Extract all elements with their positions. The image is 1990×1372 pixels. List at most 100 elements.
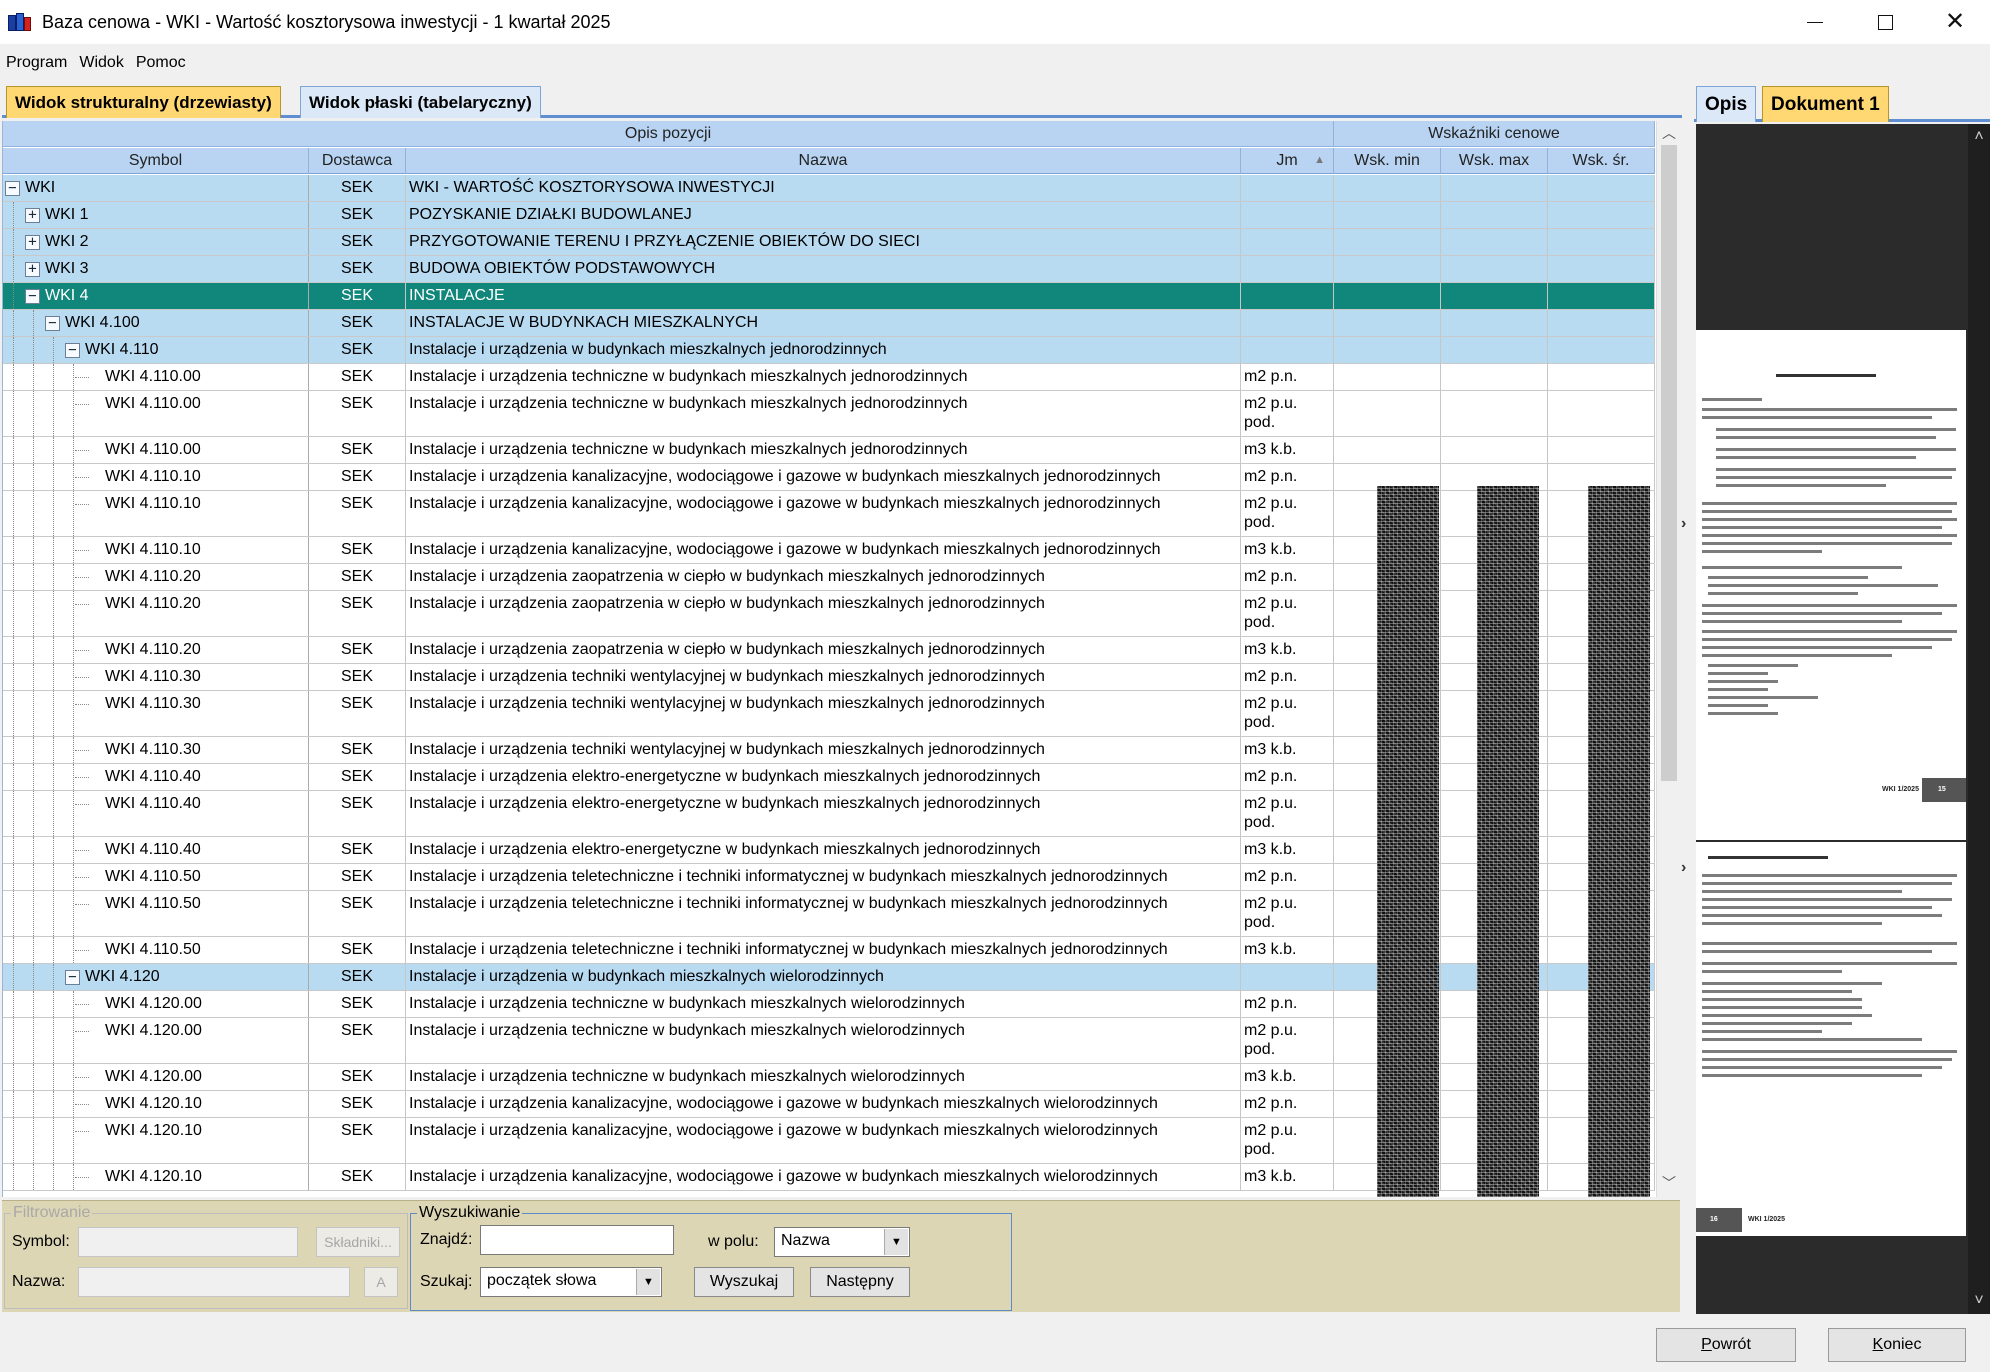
tree-line	[75, 804, 89, 805]
panel-splitter[interactable]: › ›	[1680, 121, 1694, 1316]
tree-line	[13, 864, 14, 890]
collapse-icon[interactable]: −	[45, 316, 60, 331]
tree-line	[53, 964, 54, 990]
symbol-cell: WKI 4.110.40	[3, 764, 309, 790]
expand-icon[interactable]: +	[25, 208, 40, 223]
table-row[interactable]: + WKI 1 SEK POZYSKANIE DZIAŁKI BUDOWLANEJ	[3, 202, 1655, 229]
column-header-dostawca[interactable]: Dostawca	[309, 148, 406, 174]
filter-symbol-input[interactable]	[78, 1227, 298, 1257]
table-row[interactable]: − WKI SEK WKI - WARTOŚĆ KOSZTORYSOWA INWEST…	[3, 175, 1655, 202]
obscured-max-values	[1477, 486, 1539, 1197]
expand-icon[interactable]: +	[25, 235, 40, 250]
collapse-icon[interactable]: −	[65, 343, 80, 358]
column-header-nazwa[interactable]: Nazwa	[406, 148, 1241, 174]
grid-vertical-scrollbar[interactable]: ︿ ﹀	[1656, 121, 1680, 1197]
table-row[interactable]: − WKI 4.100 SEK INSTALACJE W BUDYNKACH MIES…	[3, 310, 1655, 337]
tree-line	[33, 1064, 34, 1090]
scroll-thumb[interactable]	[1661, 145, 1677, 781]
minimize-button[interactable]	[1780, 0, 1850, 44]
column-header-symbol[interactable]: Symbol	[3, 148, 309, 174]
obscured-min-values	[1377, 486, 1439, 1197]
symbol-cell: WKI 4.110.50	[3, 891, 309, 936]
dostawca-cell: SEK	[309, 337, 406, 363]
dostawca-cell: SEK	[309, 864, 406, 890]
close-icon: ✕	[1944, 8, 1966, 35]
maximize-button[interactable]	[1850, 0, 1920, 44]
doc-scroll-up-icon[interactable]: ˄	[1968, 128, 1990, 146]
scroll-down-icon[interactable]: ﹀	[1657, 1173, 1680, 1195]
close-button[interactable]: ✕	[1920, 0, 1990, 44]
column-header-max[interactable]: Wsk. max	[1441, 148, 1548, 174]
menu-pomoc[interactable]: Pomoc	[130, 54, 192, 72]
tab-dokument-1[interactable]: Dokument 1	[1762, 86, 1889, 122]
filter-nazwa-input[interactable]	[78, 1267, 350, 1297]
column-header-min[interactable]: Wsk. min	[1334, 148, 1441, 174]
powrot-button[interactable]: Powrót	[1656, 1328, 1796, 1362]
tree-line	[53, 391, 54, 436]
tab-flat-view[interactable]: Widok płaski (tabelaryczny)	[300, 86, 541, 118]
koniec-accel: K	[1872, 1336, 1884, 1353]
w-polu-select[interactable]: Nazwa ▼	[774, 1227, 910, 1257]
table-row[interactable]: WKI 4.110.00 SEK Instalacje i urządzenia t…	[3, 391, 1655, 437]
tree-line	[13, 1091, 14, 1117]
scroll-up-icon[interactable]: ︿	[1657, 123, 1680, 145]
collapse-icon[interactable]: −	[5, 181, 20, 196]
symbol-cell: WKI 4.110.00	[3, 437, 309, 463]
column-header-jm[interactable]: Jm ▲	[1241, 148, 1334, 174]
table-row[interactable]: + WKI 3 SEK BUDOWA OBIEKTÓW PODSTAWOWYCH	[3, 256, 1655, 283]
koniec-button[interactable]: Koniec	[1828, 1328, 1966, 1362]
tree-line	[33, 991, 34, 1017]
table-row[interactable]: − WKI 4.110 SEK Instalacje i urządzenia w b…	[3, 337, 1655, 364]
page1-footer-text: WKI 1/2025	[1882, 786, 1919, 793]
nazwa-cell: Instalacje i urządzenia techniczne w bud…	[406, 391, 1241, 436]
document-page-2: 16 WKI 1/2025	[1696, 842, 1966, 1236]
collapse-right-icon[interactable]: ›	[1681, 515, 1686, 533]
tree-line	[75, 1031, 89, 1032]
nazwa-cell: Instalacje i urządzenia techniczne w bud…	[406, 1064, 1241, 1090]
tree-line	[53, 564, 54, 590]
collapse-icon[interactable]: −	[25, 289, 40, 304]
tree-line	[75, 450, 89, 451]
tab-opis[interactable]: Opis	[1696, 86, 1757, 122]
doc-scroll-down-icon[interactable]: ˅	[1968, 1292, 1990, 1310]
tree-line	[33, 591, 34, 636]
dostawca-cell: SEK	[309, 837, 406, 863]
dostawca-cell: SEK	[309, 1091, 406, 1117]
menu-program[interactable]: Program	[0, 54, 73, 72]
dostawca-cell: SEK	[309, 964, 406, 990]
row-symbol: WKI 4.110.50	[105, 868, 201, 885]
tab-tree-view[interactable]: Widok strukturalny (drzewiasty)	[6, 86, 281, 118]
symbol-cell: + WKI 1	[3, 202, 309, 228]
table-row[interactable]: WKI 4.110.00 SEK Instalacje i urządzenia t…	[3, 437, 1655, 464]
collapse-icon[interactable]: −	[65, 970, 80, 985]
filter-case-button[interactable]: A	[364, 1267, 398, 1297]
column-header-sr[interactable]: Wsk. śr.	[1548, 148, 1655, 174]
expand-right-icon[interactable]: ›	[1681, 859, 1686, 877]
tree-line	[13, 229, 14, 255]
tree-line	[33, 1018, 34, 1063]
nastepny-button[interactable]: Następny	[810, 1267, 910, 1297]
tree-line	[33, 937, 34, 963]
wyszukaj-button[interactable]: Wyszukaj	[694, 1267, 794, 1297]
tree-line	[33, 310, 34, 336]
document-viewer[interactable]: WKI 1/2025 15 16 WKI 1/2025 ˄ ˅	[1696, 124, 1990, 1314]
max-value-cell	[1441, 256, 1548, 282]
znajdz-input[interactable]	[480, 1225, 674, 1255]
table-row[interactable]: WKI 4.110.00 SEK Instalacje i urządzenia t…	[3, 364, 1655, 391]
dostawca-cell: SEK	[309, 310, 406, 336]
document-scrollbar[interactable]: ˄ ˅	[1968, 124, 1990, 1314]
tree-line	[13, 364, 14, 390]
row-symbol: WKI 4.120.10	[105, 1168, 202, 1185]
chevron-down-icon: ▼	[884, 1229, 908, 1255]
page2-number-band	[1696, 1208, 1742, 1232]
table-row[interactable]: + WKI 2 SEK PRZYGOTOWANIE TERENU I PRZYŁĄCZ…	[3, 229, 1655, 256]
menu-widok[interactable]: Widok	[73, 54, 129, 72]
szukaj-select[interactable]: początek słowa ▼	[480, 1267, 662, 1297]
table-row[interactable]: − WKI 4 SEK INSTALACJE	[3, 283, 1655, 310]
row-symbol: WKI 4.110.40	[105, 841, 201, 858]
skladniki-button[interactable]: Składniki...	[316, 1227, 400, 1257]
tree-line	[75, 677, 89, 678]
symbol-cell: WKI 4.110.20	[3, 591, 309, 636]
expand-icon[interactable]: +	[25, 262, 40, 277]
tree-line	[33, 437, 34, 463]
